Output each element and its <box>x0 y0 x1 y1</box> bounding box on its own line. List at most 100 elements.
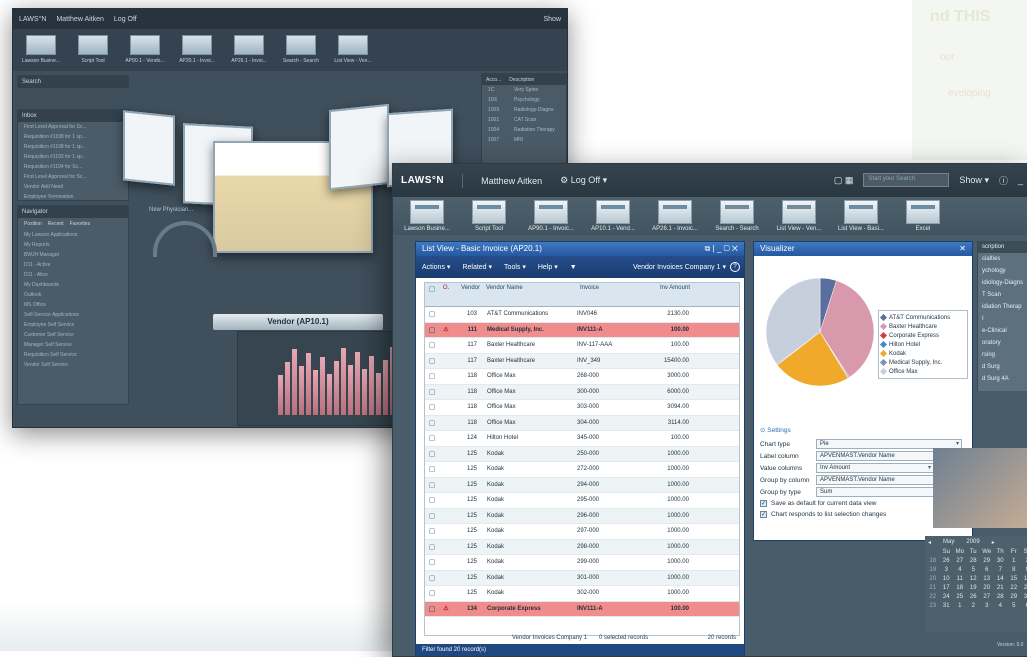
row-checkbox[interactable]: ▢ <box>425 403 439 411</box>
calendar-day[interactable]: 26 <box>942 558 952 567</box>
calendar-day[interactable]: 27 <box>982 594 992 603</box>
row-checkbox[interactable]: ▢ <box>425 605 439 613</box>
menu-tools[interactable]: Tools ▾ <box>504 263 526 271</box>
help-icon[interactable]: ⓘ <box>999 174 1008 187</box>
navigator-item[interactable]: My Dashboards <box>18 280 128 290</box>
table-row[interactable]: ▢117Baxter HealthcareINV-117-AAA100.00 <box>425 338 739 354</box>
calendar-day[interactable]: 4 <box>996 603 1006 612</box>
calendar-day[interactable]: 28 <box>996 594 1006 603</box>
background-thumb[interactable]: AP26.1 - Invoi... <box>229 35 269 65</box>
row-checkbox[interactable]: ▢ <box>425 496 439 504</box>
calendar-day[interactable]: 23 <box>1023 585 1027 594</box>
menu-actions[interactable]: Actions ▾ <box>422 263 450 271</box>
calendar-day[interactable]: 5 <box>1009 603 1019 612</box>
navigator-item[interactable]: MS Office <box>18 300 128 310</box>
save-default-checkbox[interactable]: ✓ <box>760 500 767 507</box>
menu-help[interactable]: Help ▾ <box>538 263 558 271</box>
calendar-day[interactable]: 19 <box>969 585 979 594</box>
table-row[interactable]: ▢125Kodak297-0001000.00 <box>425 524 739 540</box>
navigator-tab[interactable]: Recent <box>48 221 64 227</box>
row-checkbox[interactable]: ▢ <box>425 481 439 489</box>
calendar-day[interactable]: 9 <box>1023 567 1027 576</box>
task-thumbnail[interactable]: Search - Search <box>711 200 763 232</box>
calendar-day[interactable]: 7 <box>996 567 1006 576</box>
legend-item[interactable]: Baxter Healthcare <box>881 322 965 331</box>
navigator-item[interactable]: Self-Service Applications <box>18 310 128 320</box>
navigator-item[interactable]: BWJH Manager <box>18 250 128 260</box>
legend-item[interactable]: Corporate Express <box>881 331 965 340</box>
calendar-day[interactable]: 3 <box>982 603 992 612</box>
calendar-prev-icon[interactable]: ◂ <box>928 539 931 546</box>
table-row[interactable]: ▢118Office Max300-0006000.00 <box>425 385 739 401</box>
row-checkbox[interactable]: ▢ <box>425 419 439 427</box>
calendar-day[interactable]: 27 <box>955 558 965 567</box>
row-checkbox[interactable]: ▢ <box>425 326 439 334</box>
table-row[interactable]: ▢125Kodak295-0001000.00 <box>425 493 739 509</box>
table-row[interactable]: ▢125Kodak294-0001000.00 <box>425 478 739 494</box>
navigator-item[interactable]: Requisition Self Service <box>18 350 128 360</box>
calendar-day[interactable]: 14 <box>996 576 1006 585</box>
calendar-day[interactable]: 6 <box>982 567 992 576</box>
global-search-input[interactable]: Start your Search <box>863 173 949 187</box>
navigator-item[interactable]: Manager Self Service <box>18 340 128 350</box>
row-checkbox[interactable]: ▢ <box>425 357 439 365</box>
navigator-item[interactable]: Outlook <box>18 290 128 300</box>
legend-item[interactable]: Kodak <box>881 349 965 358</box>
table-row[interactable]: ▢118Office Max303-0003094.00 <box>425 400 739 416</box>
menu-related[interactable]: Related ▾ <box>462 263 492 271</box>
row-checkbox[interactable]: ▢ <box>425 434 439 442</box>
visualizer-close-icon[interactable]: ✕ <box>959 244 966 254</box>
table-row[interactable]: ▢125Kodak298-0001000.00 <box>425 540 739 556</box>
navigator-item[interactable]: Vendor Self Service <box>18 360 128 370</box>
calendar-day[interactable]: 8 <box>1009 567 1019 576</box>
inbox-item[interactable]: First Level Approval for Sc... <box>18 122 128 132</box>
calendar-day[interactable]: 22 <box>1009 585 1019 594</box>
calendar-day[interactable]: 21 <box>996 585 1006 594</box>
filter-icon[interactable]: ▼ <box>570 264 577 271</box>
task-thumbnail[interactable]: AP90.1 - Invoic... <box>525 200 577 232</box>
row-checkbox[interactable]: ▢ <box>425 388 439 396</box>
task-thumbnail[interactable]: List View - Basi... <box>835 200 887 232</box>
navigator-tab[interactable]: Position <box>24 221 42 227</box>
user-name[interactable]: Matthew Aitken <box>481 176 542 186</box>
legend-item[interactable]: Medical Supply, Inc. <box>881 358 965 367</box>
calendar-day[interactable]: 12 <box>969 576 979 585</box>
pie-chart[interactable] <box>760 272 880 392</box>
legend-item[interactable]: Hilton Hotel <box>881 340 965 349</box>
row-checkbox[interactable]: ▢ <box>425 574 439 582</box>
list-view-window-controls[interactable]: ⧉ | _ ▢ ✕ <box>705 244 738 254</box>
calendar-day[interactable]: 6 <box>1023 603 1027 612</box>
grid-view-icon[interactable]: ▢ ▦ <box>834 175 854 186</box>
table-row[interactable]: ▢125Kodak301-0001000.00 <box>425 571 739 587</box>
table-row[interactable]: ▢125Kodak272-0001000.00 <box>425 462 739 478</box>
background-thumb[interactable]: Search - Search <box>281 35 321 65</box>
calendar-day[interactable]: 30 <box>996 558 1006 567</box>
calendar-day[interactable]: 3 <box>942 567 952 576</box>
navigator-tab[interactable]: Favorites <box>70 221 91 227</box>
calendar-day[interactable]: 29 <box>1009 594 1019 603</box>
row-checkbox[interactable]: ▢ <box>425 310 439 318</box>
task-thumbnail[interactable]: AP10.1 - Vend... <box>587 200 639 232</box>
inbox-item[interactable]: Requisition #1193 for 1 sp... <box>18 152 128 162</box>
task-thumbnail[interactable]: List View - Ven... <box>773 200 825 232</box>
inbox-item[interactable]: Employee Termination <box>18 192 128 202</box>
calendar-day[interactable]: 16 <box>1023 576 1027 585</box>
calendar-day[interactable]: 29 <box>982 558 992 567</box>
calendar-day[interactable]: 15 <box>1009 576 1019 585</box>
calendar-day[interactable]: 2 <box>969 603 979 612</box>
table-row[interactable]: ▢125Kodak250-0001000.00 <box>425 447 739 463</box>
calendar-day[interactable]: 1 <box>1009 558 1019 567</box>
column-header[interactable]: Vendor Name <box>483 283 577 306</box>
inbox-item[interactable]: Vendor Add Need <box>18 182 128 192</box>
inbox-item[interactable]: Requisition #1198 for 1 sp... <box>18 132 128 142</box>
navigator-item[interactable]: Customer Self Service <box>18 330 128 340</box>
row-checkbox[interactable]: ▢ <box>425 372 439 380</box>
calendar-day[interactable]: 13 <box>982 576 992 585</box>
calendar-day[interactable]: 5 <box>969 567 979 576</box>
calendar-day[interactable]: 17 <box>942 585 952 594</box>
navigator-item[interactable]: My Reports <box>18 240 128 250</box>
column-header[interactable]: Invoice <box>577 283 637 306</box>
navigator-item[interactable]: My Lawson Applications <box>18 230 128 240</box>
background-thumb[interactable]: AP20.1 - Invoi... <box>177 35 217 65</box>
column-header[interactable]: Inv Amount <box>637 283 693 306</box>
